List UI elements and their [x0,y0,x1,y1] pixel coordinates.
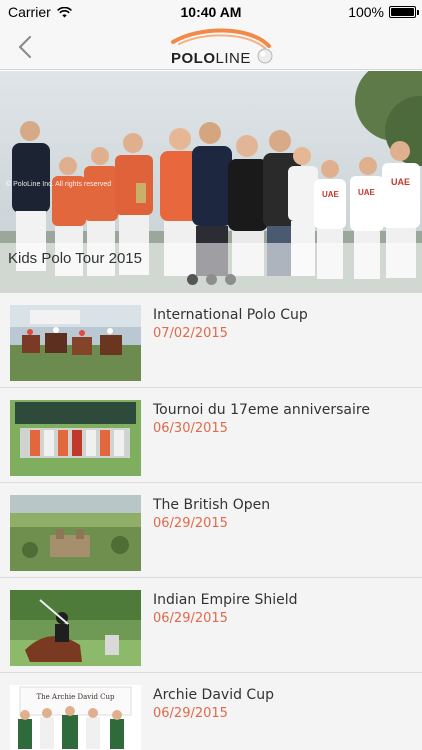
carousel-page-indicator [0,274,422,285]
news-date: 07/02/2015 [153,326,228,341]
news-thumbnail [10,400,141,476]
news-thumbnail [10,590,141,666]
news-date: 06/30/2015 [153,421,228,436]
back-button[interactable] [10,32,40,62]
jersey-text: UAE [322,190,340,199]
jersey-text: UAE [358,188,376,197]
news-title: Indian Empire Shield [153,592,298,608]
list-item[interactable]: Indian Empire Shield 06/29/2015 [0,578,422,673]
carousel-dot[interactable] [186,274,198,285]
thumbnail-image [10,305,141,381]
chevron-left-icon [18,35,32,59]
hero-caption: Kids Polo Tour 2015 [8,250,142,267]
logo-text-polo: POLO [171,50,216,67]
news-thumbnail [10,495,141,571]
list-item[interactable]: The Archie David Cup Archie David Cup 06… [0,673,422,750]
news-title: The British Open [153,497,271,513]
logo-text: POLOLINE [171,50,251,67]
news-date: 06/29/2015 [153,706,228,721]
status-bar: Carrier 10:40 AM 100% [0,0,422,24]
list-item[interactable]: The British Open 06/29/2015 [0,483,422,578]
pololine-logo: POLOLINE [165,28,277,68]
news-list: International Polo Cup 07/02/2015 Tourno… [0,293,422,750]
carousel-dot[interactable] [205,274,217,285]
thumb-sign-text: The Archie David Cup [36,693,115,701]
jersey-text: UAE [391,177,410,187]
thumbnail-image [10,400,141,476]
news-title: Tournoi du 17eme anniversaire [153,402,370,418]
battery-percent: 100% [348,4,384,20]
news-date: 06/29/2015 [153,516,228,531]
hero-carousel[interactable]: © PoloLine Inc. All rights reserved UAE … [0,71,422,293]
logo-text-line: LINE [215,50,251,67]
battery-fill [391,8,414,16]
thumbnail-image: The Archie David Cup [10,685,141,750]
list-item[interactable]: Tournoi du 17eme anniversaire 06/30/2015 [0,388,422,483]
navigation-bar: POLOLINE [0,24,422,70]
news-thumbnail: The Archie David Cup [10,685,141,750]
news-thumbnail [10,305,141,381]
thumbnail-image [10,590,141,666]
thumbnail-image [10,495,141,571]
carousel-dot[interactable] [224,274,236,285]
list-item[interactable]: International Polo Cup 07/02/2015 [0,293,422,388]
news-title: International Polo Cup [153,307,308,323]
battery-icon [389,6,419,18]
news-date: 06/29/2015 [153,611,228,626]
status-right: 100% [348,4,419,20]
news-title: Archie David Cup [153,687,274,703]
